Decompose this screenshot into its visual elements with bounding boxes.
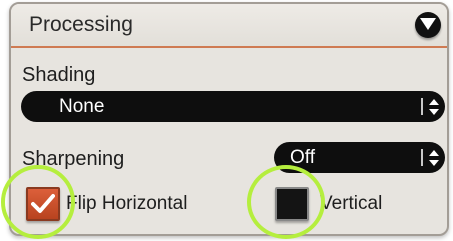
sharpening-value: Off xyxy=(290,147,315,168)
select-divider xyxy=(421,98,423,115)
vertical-checkbox[interactable] xyxy=(275,187,309,221)
flip-horizontal-label: Flip Horizontal xyxy=(66,193,188,214)
select-divider xyxy=(421,149,423,166)
shading-label: Shading xyxy=(22,64,96,86)
sharpening-select[interactable]: Off xyxy=(274,142,445,173)
panel-title: Processing xyxy=(29,13,133,36)
shading-select[interactable]: None xyxy=(21,91,445,122)
panel-header[interactable]: Processing xyxy=(11,4,447,48)
collapse-button[interactable] xyxy=(415,12,441,38)
chevron-down-icon xyxy=(420,18,436,30)
sharpening-label: Sharpening xyxy=(22,148,125,170)
up-down-arrows-icon xyxy=(429,150,439,166)
shading-value: None xyxy=(59,96,105,117)
up-down-arrows-icon xyxy=(429,99,439,115)
processing-panel: Processing Shading None Sharpening Off F… xyxy=(9,2,449,236)
vertical-label: Vertical xyxy=(320,193,383,214)
flip-horizontal-checkbox[interactable] xyxy=(26,187,60,221)
checkmark-icon xyxy=(31,194,55,213)
